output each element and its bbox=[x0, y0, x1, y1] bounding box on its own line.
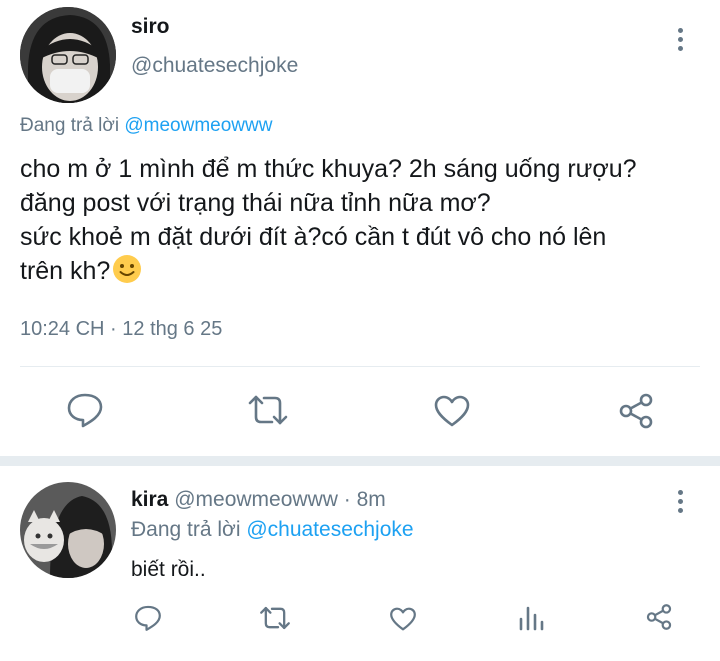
reply-prefix: Đang trả lời bbox=[20, 115, 120, 136]
tweet-line: đăng post với trạng thái nữa tỉnh nữa mơ… bbox=[20, 189, 491, 217]
share-icon[interactable] bbox=[617, 392, 655, 430]
reply-context: Đang trả lời @chuatesechjoke bbox=[131, 518, 414, 542]
handle-and-time[interactable]: @meowmeowww · 8m bbox=[174, 488, 386, 511]
tweet-text: cho m ở 1 mình để m thức khuya? 2h sáng … bbox=[20, 152, 710, 288]
reply-mention-link[interactable]: @meowmeowww bbox=[124, 115, 272, 136]
heart-icon[interactable] bbox=[389, 606, 417, 632]
more-vertical-icon[interactable] bbox=[678, 28, 684, 55]
avatar[interactable] bbox=[20, 482, 116, 578]
tweet-timestamp[interactable]: 10:24 CH · 12 thg 6 25 bbox=[20, 318, 222, 341]
tweet-line: cho m ở 1 mình để m thức khuya? 2h sáng … bbox=[20, 155, 637, 183]
analytics-icon[interactable] bbox=[518, 605, 544, 631]
more-vertical-icon[interactable] bbox=[678, 490, 684, 517]
retweet-icon[interactable] bbox=[258, 605, 292, 631]
tweet-line: sức khoẻ m đặt dưới đít à?có cần t đút v… bbox=[20, 223, 607, 251]
section-separator bbox=[0, 456, 720, 466]
display-name[interactable]: siro bbox=[131, 15, 170, 39]
retweet-icon[interactable] bbox=[246, 393, 290, 427]
divider bbox=[20, 366, 700, 367]
comment-icon[interactable] bbox=[134, 604, 162, 632]
reply-text: biết rồi.. bbox=[131, 558, 206, 581]
avatar[interactable] bbox=[20, 7, 116, 103]
reply-context: Đang trả lời @meowmeowww bbox=[20, 115, 272, 137]
display-name[interactable]: kira bbox=[131, 488, 168, 511]
reply-mention-link[interactable]: @chuatesechjoke bbox=[246, 518, 413, 541]
avatar-image bbox=[20, 482, 116, 578]
reply-prefix: Đang trả lời bbox=[131, 518, 241, 541]
heart-icon[interactable] bbox=[433, 394, 471, 428]
slightly-smiling-emoji bbox=[112, 254, 142, 284]
share-icon[interactable] bbox=[645, 603, 673, 631]
tweet-line: trên kh? bbox=[20, 254, 710, 288]
user-handle[interactable]: @chuatesechjoke bbox=[131, 54, 298, 78]
reply-header: kira @meowmeowww · 8m bbox=[131, 488, 386, 512]
avatar-image bbox=[20, 7, 116, 103]
comment-icon[interactable] bbox=[66, 392, 104, 428]
